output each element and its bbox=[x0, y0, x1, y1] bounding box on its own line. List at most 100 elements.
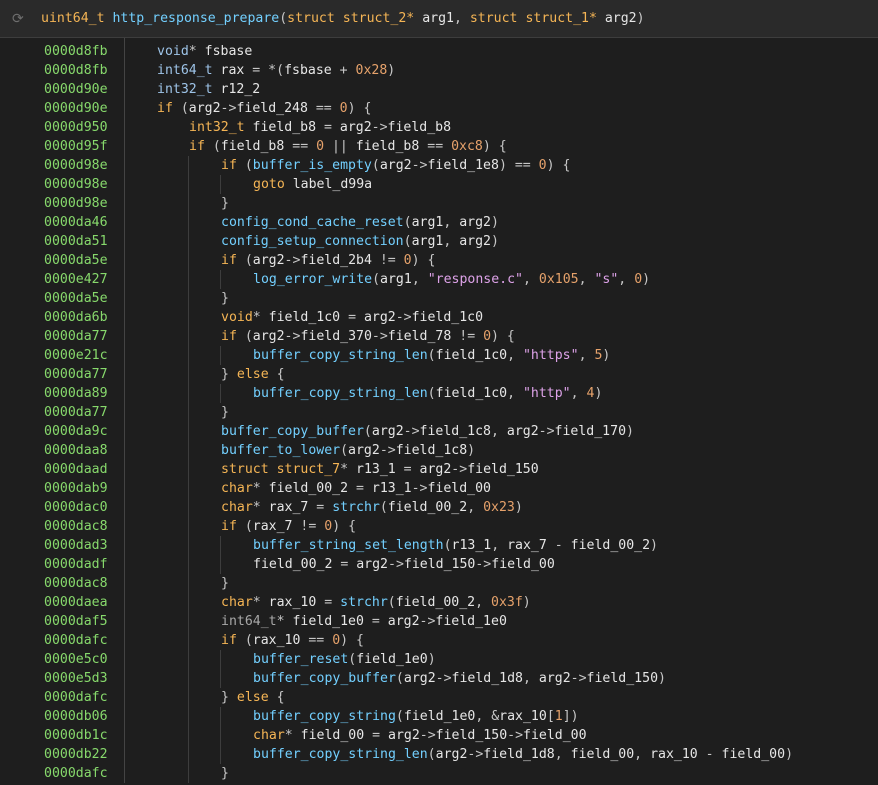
address-label[interactable]: 0000db1c bbox=[44, 726, 108, 745]
code-line[interactable]: 0000da5e if (arg2->field_2b4 != 0) { bbox=[0, 251, 878, 270]
code-line[interactable]: 0000dad3 buffer_string_set_length(r13_1, … bbox=[0, 536, 878, 555]
code-token[interactable]: field_b8 bbox=[356, 139, 420, 154]
code-token[interactable]: arg2 bbox=[507, 424, 539, 439]
code-token[interactable]: arg2 bbox=[459, 234, 491, 249]
code-token[interactable]: rax bbox=[221, 63, 245, 78]
address-label[interactable]: 0000da46 bbox=[44, 213, 108, 232]
address-label[interactable]: 0000d90e bbox=[44, 80, 108, 99]
code-token[interactable]: arg2 bbox=[388, 728, 420, 743]
address-label[interactable]: 0000e5c0 bbox=[44, 650, 108, 669]
code-token[interactable]: arg2 bbox=[372, 424, 404, 439]
code-token[interactable]: fsbase bbox=[205, 44, 253, 59]
code-line[interactable]: 0000db22 buffer_copy_string_len(arg2->fie… bbox=[0, 745, 878, 764]
code-token[interactable]: buffer_copy_string bbox=[253, 709, 396, 724]
code-line[interactable]: 0000da89 buffer_copy_string_len(field_1c0… bbox=[0, 384, 878, 403]
code-token[interactable]: arg1 bbox=[380, 272, 412, 287]
address-label[interactable]: 0000daad bbox=[44, 460, 108, 479]
code-token[interactable]: field_1c0 bbox=[269, 310, 340, 325]
address-label[interactable]: 0000d95f bbox=[44, 137, 108, 156]
code-line[interactable]: 0000e427 log_error_write(arg1, "response.… bbox=[0, 270, 878, 289]
code-line[interactable]: 0000daf5 int64_t* field_1e0 = arg2->field… bbox=[0, 612, 878, 631]
function-name[interactable]: http_response_prepare bbox=[112, 11, 279, 26]
code-line[interactable]: 0000d8fb int64_t rax = *(fsbase + 0x28) bbox=[0, 61, 878, 80]
address-label[interactable]: 0000d90e bbox=[44, 99, 108, 118]
code-line[interactable]: 0000da77 if (arg2->field_370->field_78 !=… bbox=[0, 327, 878, 346]
code-token[interactable]: strchr bbox=[332, 500, 380, 515]
code-token[interactable]: buffer_copy_buffer bbox=[253, 671, 396, 686]
address-label[interactable]: 0000e427 bbox=[44, 270, 108, 289]
address-label[interactable]: 0000dab9 bbox=[44, 479, 108, 498]
address-label[interactable]: 0000da77 bbox=[44, 365, 108, 384]
code-token[interactable]: buffer_to_lower bbox=[221, 443, 340, 458]
code-line[interactable]: 0000d98e goto label_d99a bbox=[0, 175, 878, 194]
address-label[interactable]: 0000da5e bbox=[44, 289, 108, 308]
code-token[interactable]: field_b8 bbox=[221, 139, 285, 154]
code-line[interactable]: 0000d8fb void* fsbase bbox=[0, 42, 878, 61]
code-token[interactable]: buffer_copy_string_len bbox=[253, 386, 428, 401]
code-token[interactable]: arg2 bbox=[436, 747, 468, 762]
code-token[interactable]: label_d99a bbox=[293, 177, 372, 192]
code-token[interactable]: field_1c8 bbox=[396, 443, 467, 458]
code-token[interactable]: config_cond_cache_reset bbox=[221, 215, 404, 230]
code-token[interactable]: field_1c8 bbox=[420, 424, 491, 439]
code-line[interactable]: 0000dab9 char* field_00_2 = r13_1->field_… bbox=[0, 479, 878, 498]
code-token[interactable]: fsbase bbox=[284, 63, 332, 78]
address-label[interactable]: 0000d8fb bbox=[44, 42, 108, 61]
code-token[interactable]: arg1 bbox=[412, 215, 444, 230]
address-label[interactable]: 0000dadf bbox=[44, 555, 108, 574]
address-label[interactable]: 0000daa8 bbox=[44, 441, 108, 460]
address-label[interactable]: 0000da77 bbox=[44, 403, 108, 422]
code-line[interactable]: 0000dac8} bbox=[0, 574, 878, 593]
code-token[interactable]: arg2 bbox=[253, 329, 285, 344]
address-label[interactable]: 0000da5e bbox=[44, 251, 108, 270]
code-line[interactable]: 0000da5e} bbox=[0, 289, 878, 308]
address-label[interactable]: 0000daf5 bbox=[44, 612, 108, 631]
code-token[interactable]: field_00 bbox=[571, 747, 635, 762]
address-label[interactable]: 0000da51 bbox=[44, 232, 108, 251]
code-token[interactable]: field_00_2 bbox=[388, 500, 467, 515]
code-token[interactable]: field_b8 bbox=[388, 120, 452, 135]
address-label[interactable]: 0000dafc bbox=[44, 631, 108, 650]
address-label[interactable]: 0000dafc bbox=[44, 764, 108, 783]
code-line[interactable]: 0000e5d3 buffer_copy_buffer(arg2->field_1… bbox=[0, 669, 878, 688]
code-token[interactable]: field_1e0 bbox=[356, 652, 427, 667]
address-label[interactable]: 0000dac0 bbox=[44, 498, 108, 517]
code-token[interactable]: rax_7 bbox=[269, 500, 309, 515]
code-token[interactable]: arg2 bbox=[539, 671, 571, 686]
code-token[interactable]: arg2 bbox=[380, 158, 412, 173]
code-token[interactable]: arg2 bbox=[253, 253, 285, 268]
code-token[interactable]: r13_1 bbox=[356, 462, 396, 477]
address-label[interactable]: 0000dac8 bbox=[44, 517, 108, 536]
code-token[interactable]: field_00_2 bbox=[571, 538, 650, 553]
code-token[interactable]: arg2 bbox=[404, 671, 436, 686]
code-token[interactable]: rax_10 bbox=[650, 747, 698, 762]
address-label[interactable]: 0000e5d3 bbox=[44, 669, 108, 688]
address-label[interactable]: 0000d98e bbox=[44, 194, 108, 213]
address-label[interactable]: 0000e21c bbox=[44, 346, 108, 365]
code-token[interactable]: r13_1 bbox=[452, 538, 492, 553]
code-token[interactable]: buffer_reset bbox=[253, 652, 348, 667]
code-token[interactable]: rax_10 bbox=[269, 595, 317, 610]
code-token[interactable]: buffer_is_empty bbox=[253, 158, 372, 173]
code-token[interactable]: r12_2 bbox=[221, 82, 261, 97]
code-token[interactable]: field_1e0 bbox=[435, 614, 506, 629]
param-2-name[interactable]: arg2 bbox=[605, 11, 637, 26]
code-token[interactable]: field_00 bbox=[491, 557, 555, 572]
code-token[interactable]: arg2 bbox=[459, 215, 491, 230]
code-line[interactable]: 0000d90e int32_t r12_2 bbox=[0, 80, 878, 99]
code-token[interactable]: field_00 bbox=[301, 728, 365, 743]
code-token[interactable]: field_150 bbox=[436, 728, 507, 743]
code-line[interactable]: 0000daad struct struct_7* r13_1 = arg2->f… bbox=[0, 460, 878, 479]
address-label[interactable]: 0000dafc bbox=[44, 688, 108, 707]
code-token[interactable]: field_00 bbox=[427, 481, 491, 496]
code-line[interactable]: 0000dafc} else { bbox=[0, 688, 878, 707]
code-token[interactable]: field_00 bbox=[722, 747, 786, 762]
code-line[interactable]: 0000dac8 if (rax_7 != 0) { bbox=[0, 517, 878, 536]
code-token[interactable]: field_370 bbox=[300, 329, 371, 344]
code-line[interactable]: 0000dac0 char* rax_7 = strchr(field_00_2,… bbox=[0, 498, 878, 517]
code-token[interactable]: field_150 bbox=[587, 671, 658, 686]
code-line[interactable]: 0000dafc} bbox=[0, 764, 878, 783]
code-line[interactable]: 0000d950 int32_t field_b8 = arg2->field_b… bbox=[0, 118, 878, 137]
param-1-name[interactable]: arg1 bbox=[422, 11, 454, 26]
code-token[interactable]: buffer_copy_string_len bbox=[253, 348, 428, 363]
